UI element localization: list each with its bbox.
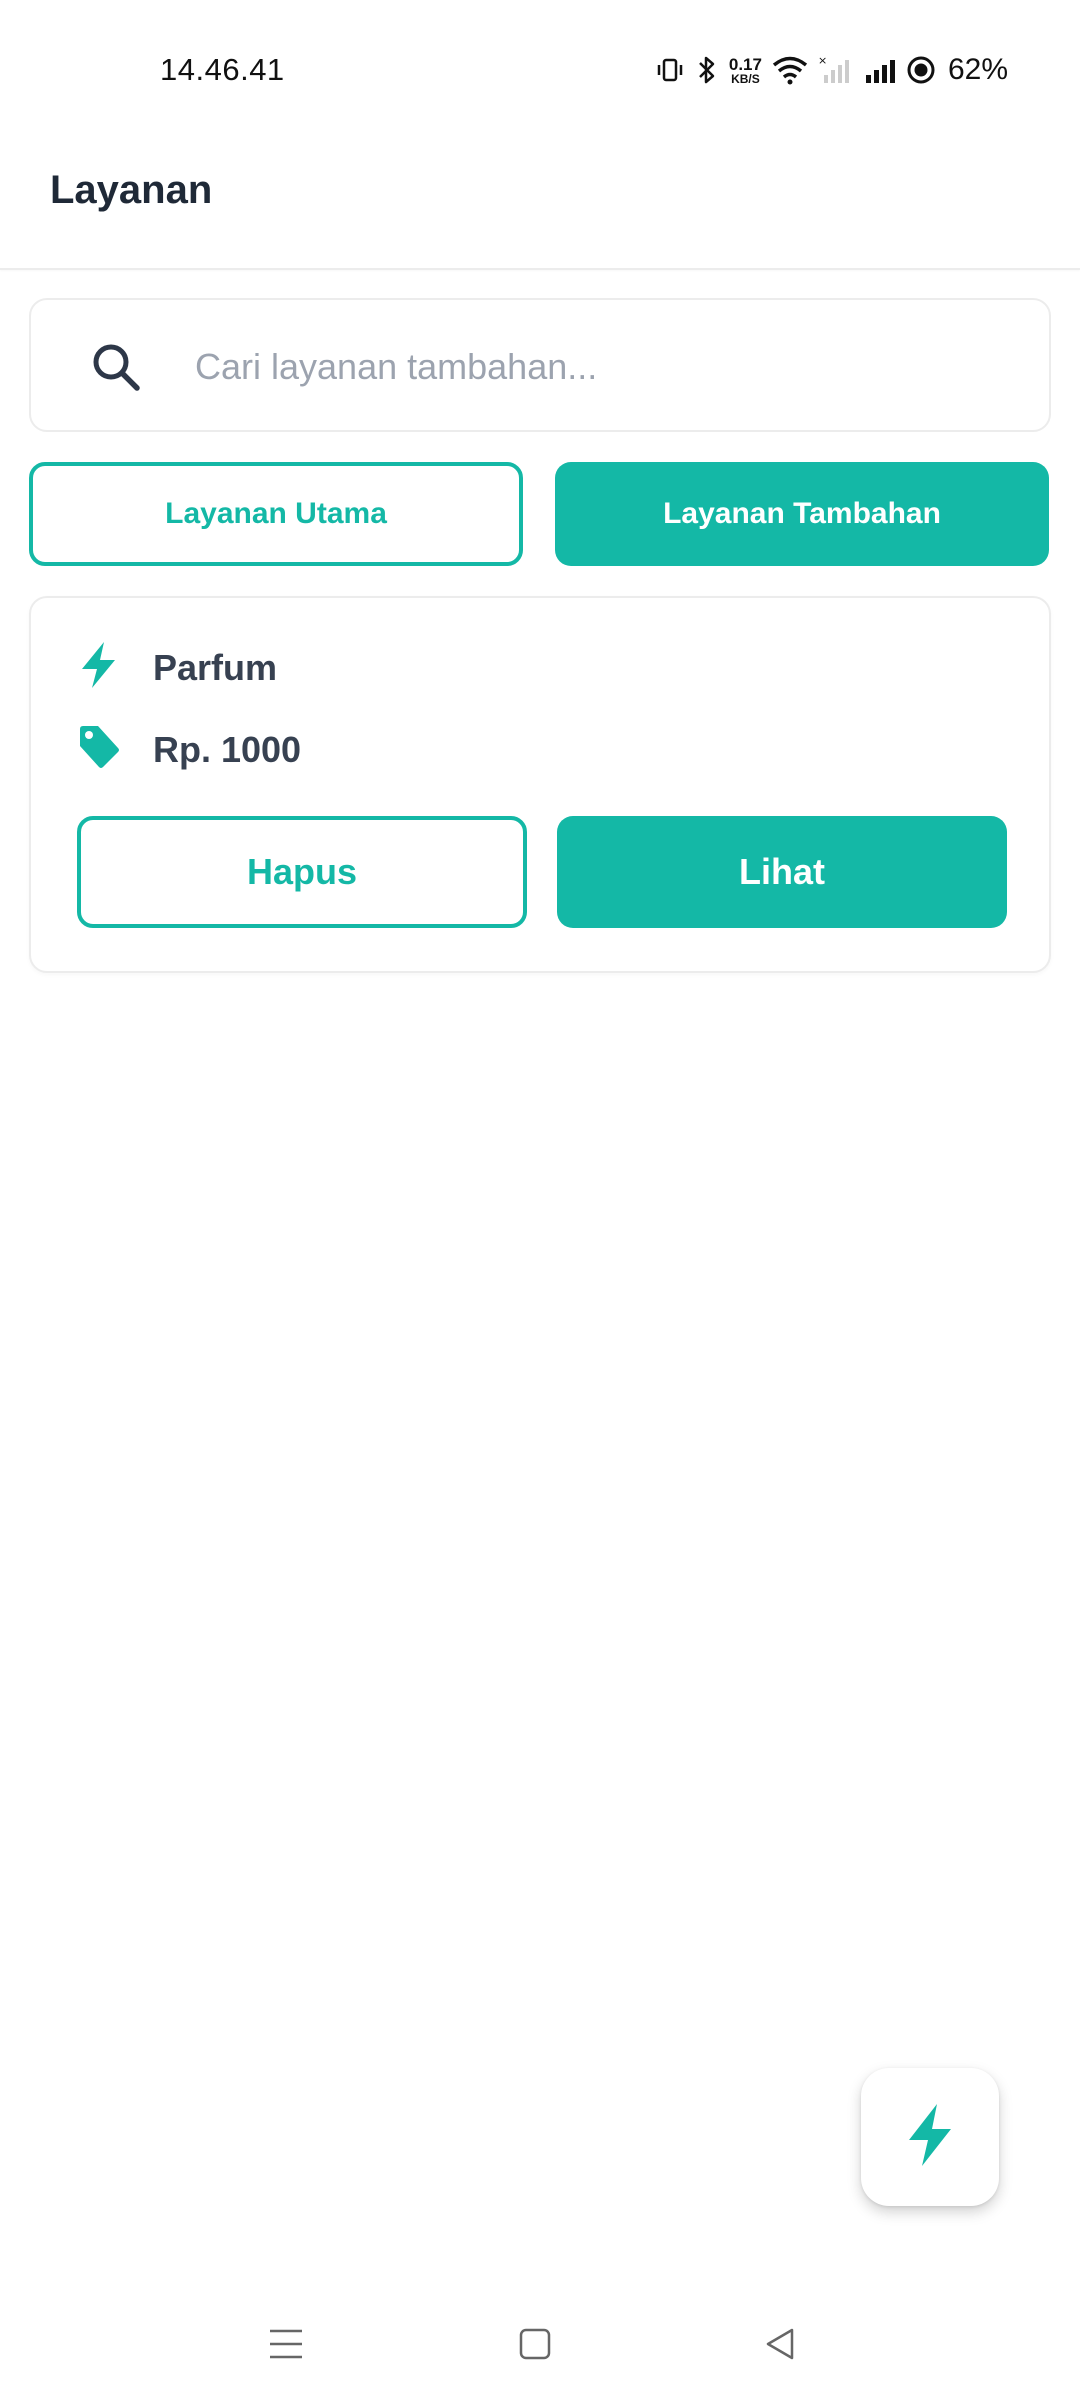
bolt-icon xyxy=(77,640,121,695)
wifi-icon xyxy=(772,55,808,85)
service-price-row: Rp. 1000 xyxy=(77,722,301,777)
page-title: Layanan xyxy=(50,168,213,212)
recent-apps-button[interactable] xyxy=(256,2316,316,2376)
tag-icon xyxy=(77,722,121,777)
bluetooth-icon xyxy=(695,54,719,86)
back-triangle-icon xyxy=(762,2326,798,2367)
signal-sim2-icon xyxy=(862,55,896,85)
search-box[interactable] xyxy=(29,298,1051,432)
status-icons: 0.17 KB/S × 62% xyxy=(655,50,1008,90)
status-time: 14.46.41 xyxy=(160,52,285,87)
square-icon xyxy=(517,2326,553,2367)
vibrate-icon xyxy=(655,55,685,85)
system-nav-bar xyxy=(0,2290,1080,2400)
search-input[interactable] xyxy=(195,330,1015,404)
service-name: Parfum xyxy=(153,646,278,688)
battery-level: 62% xyxy=(947,53,1008,86)
search-icon xyxy=(89,340,143,394)
battery-icon xyxy=(906,55,936,85)
bolt-icon xyxy=(903,2102,957,2173)
service-price: Rp. 1000 xyxy=(153,728,302,770)
status-bar: 14.46.41 0.17 KB/S × 62% xyxy=(0,0,1080,110)
network-speed-value: 0.17 xyxy=(728,54,762,74)
app-header: Layanan xyxy=(0,110,1080,270)
service-card: Parfum Rp. 1000 Hapus Lihat xyxy=(29,596,1051,973)
home-button[interactable] xyxy=(505,2316,565,2376)
view-button[interactable]: Lihat xyxy=(557,816,1007,928)
signal-sim1-icon: × xyxy=(818,55,852,85)
tab-layanan-utama[interactable]: Layanan Utama xyxy=(29,462,523,566)
tab-layanan-tambahan[interactable]: Layanan Tambahan xyxy=(555,462,1049,566)
delete-button[interactable]: Hapus xyxy=(77,816,527,928)
network-speed-unit: KB/S xyxy=(731,71,760,86)
network-speed: 0.17 KB/S xyxy=(729,56,762,85)
back-button[interactable] xyxy=(750,2316,810,2376)
add-service-fab[interactable] xyxy=(861,2068,999,2206)
svg-text:×: × xyxy=(818,55,827,67)
service-name-row: Parfum xyxy=(77,640,277,695)
menu-icon xyxy=(266,2327,306,2366)
